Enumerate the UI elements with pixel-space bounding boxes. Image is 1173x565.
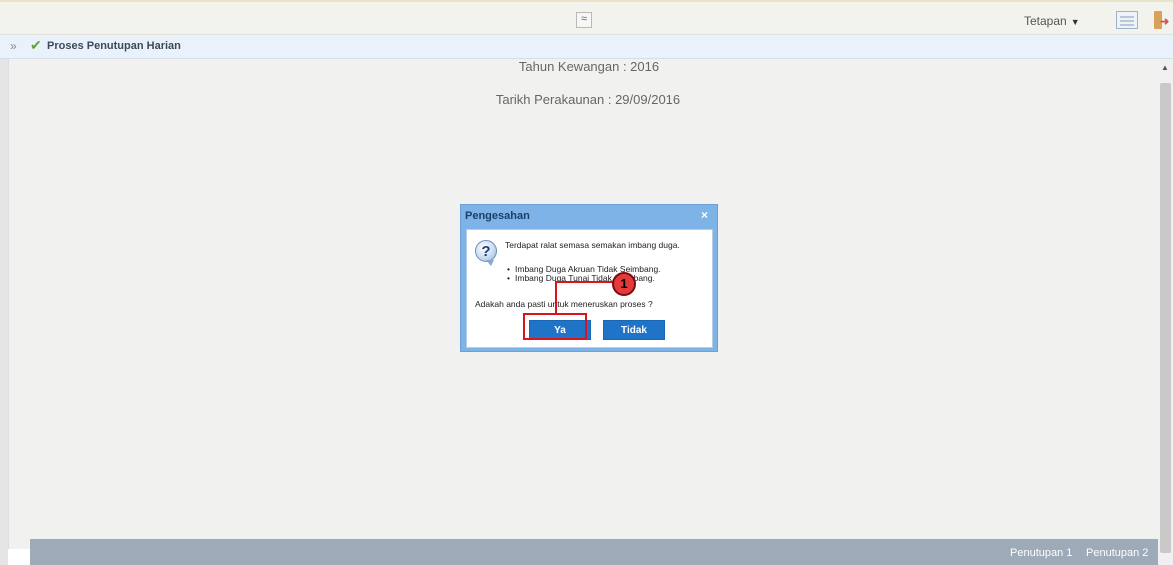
grid-view-icon[interactable] xyxy=(1116,11,1138,29)
highlight-box xyxy=(523,313,587,340)
bottom-tab-bar: Penutupan 1 Penutupan 2 xyxy=(30,539,1158,565)
financial-year-text: Tahun Kewangan : 2016 xyxy=(518,59,660,74)
dialog-message: Terdapat ralat semasa semakan imbang dug… xyxy=(505,240,680,250)
collapse-header-button[interactable]: ≈ xyxy=(576,12,592,28)
vertical-scrollbar[interactable]: ▲ xyxy=(1158,59,1173,565)
dialog-body: ? Terdapat ralat semasa semakan imbang d… xyxy=(466,229,713,348)
confirmation-dialog: Pengesahan × ? Terdapat ralat semasa sem… xyxy=(460,204,718,352)
step-badge: 1 xyxy=(612,272,636,296)
scroll-up-icon[interactable]: ▲ xyxy=(1161,63,1169,72)
left-gutter xyxy=(0,59,8,565)
dialog-title: Pengesahan xyxy=(465,210,530,222)
close-icon[interactable]: × xyxy=(701,208,708,222)
accounting-date-text: Tarikh Perakaunan : 29/09/2016 xyxy=(495,92,681,107)
tab-bar: » ✔ Proses Penutupan Harian xyxy=(0,35,1173,59)
callout-line xyxy=(555,281,617,283)
settings-menu[interactable]: Tetapan ▼ xyxy=(1024,14,1080,28)
tab-penutupan-2[interactable]: Penutupan 2 xyxy=(1086,547,1148,559)
settings-label: Tetapan xyxy=(1024,14,1067,28)
dialog-question: Adakah anda pasti untuk meneruskan prose… xyxy=(475,299,653,309)
expand-sidebar-icon[interactable]: » xyxy=(10,39,17,53)
tab-title[interactable]: Proses Penutupan Harian xyxy=(47,40,181,52)
scroll-thumb[interactable] xyxy=(1160,83,1171,553)
question-icon: ? xyxy=(475,240,497,262)
top-toolbar: ≈ Tetapan ▼ ➜ xyxy=(0,0,1173,35)
callout-line xyxy=(555,281,557,314)
dialog-header[interactable]: Pengesahan × xyxy=(461,205,717,226)
tab-penutupan-1[interactable]: Penutupan 1 xyxy=(1010,547,1072,559)
check-icon: ✔ xyxy=(30,37,42,53)
caret-down-icon: ▼ xyxy=(1070,17,1080,27)
logout-icon[interactable]: ➜ xyxy=(1154,11,1169,29)
cancel-button[interactable]: Tidak xyxy=(603,320,665,340)
